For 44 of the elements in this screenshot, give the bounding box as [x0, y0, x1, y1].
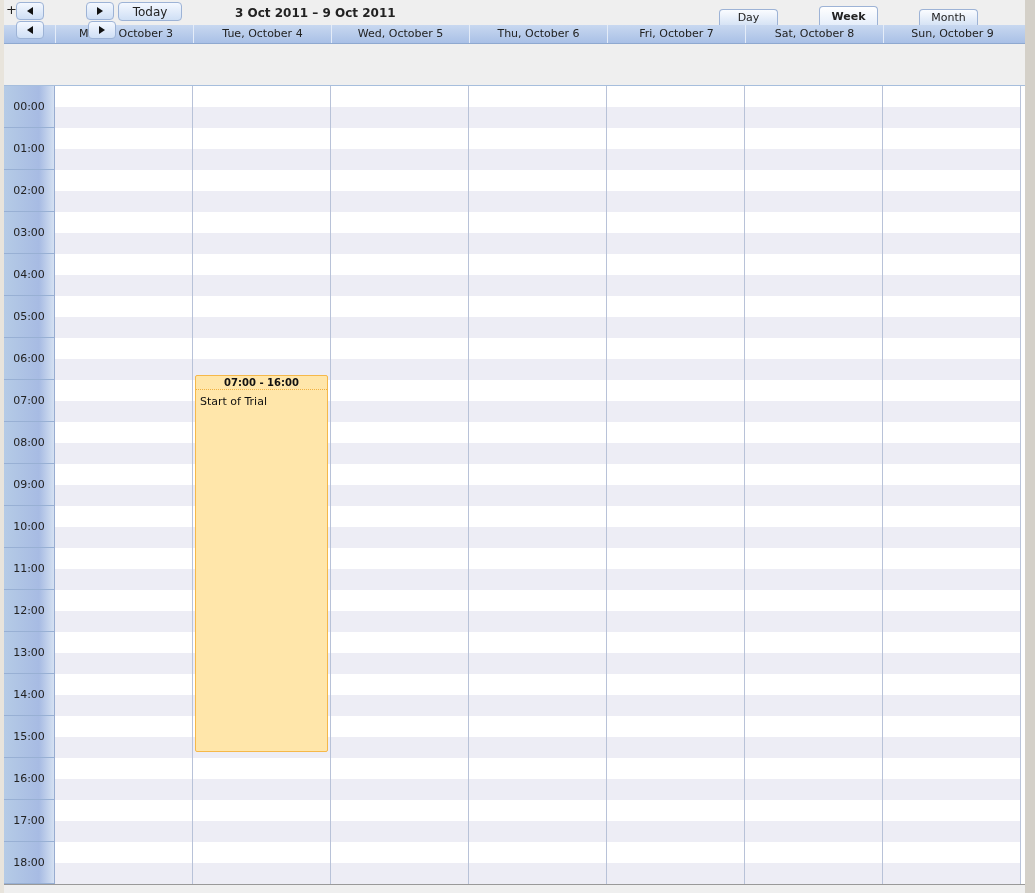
hour-label: 08:00: [4, 422, 54, 464]
view-tab[interactable]: Month: [919, 9, 978, 25]
expand-toggle[interactable]: +: [6, 2, 17, 17]
next-button[interactable]: [88, 21, 116, 39]
view-tab[interactable]: Day: [719, 9, 778, 25]
hour-label: 18:00: [4, 842, 54, 884]
day-header-text: October 3: [118, 26, 174, 42]
next-button[interactable]: [86, 2, 114, 20]
date-range: 3 Oct 2011 – 9 Oct 2011: [235, 6, 396, 20]
hour-label: 16:00: [4, 758, 54, 800]
hour-label: 05:00: [4, 296, 54, 338]
day-header: Sun, October 9: [883, 25, 1021, 43]
hour-label: 10:00: [4, 506, 54, 548]
left-triangle-icon: [27, 7, 33, 15]
right-triangle-icon: [99, 26, 105, 34]
hour-label: 17:00: [4, 800, 54, 842]
day-header-text: M: [79, 26, 89, 42]
hour-label: 01:00: [4, 128, 54, 170]
previous-button[interactable]: [16, 2, 44, 20]
right-triangle-icon: [97, 7, 103, 15]
event-title: Start of Trial: [199, 394, 268, 410]
day-header: Sat, October 8: [745, 25, 883, 43]
hour-label: 00:00: [4, 86, 54, 128]
day-header: Tue, October 4: [193, 25, 331, 43]
hour-label: 12:00: [4, 590, 54, 632]
hour-label: 13:00: [4, 632, 54, 674]
hour-label: 07:00: [4, 380, 54, 422]
day-header: Fri, October 7: [607, 25, 745, 43]
hour-label: 02:00: [4, 170, 54, 212]
event-card[interactable]: 07:00 - 16:00 Start of Trial: [195, 375, 328, 752]
hour-label: 11:00: [4, 548, 54, 590]
day-header: Thu, October 6: [469, 25, 607, 43]
hour-label: 04:00: [4, 254, 54, 296]
today-button[interactable]: Today: [118, 2, 182, 21]
hour-label: 09:00: [4, 464, 54, 506]
hour-label: 14:00: [4, 674, 54, 716]
left-triangle-icon: [27, 26, 33, 34]
hour-label: 06:00: [4, 338, 54, 380]
view-tab[interactable]: Week: [819, 6, 878, 25]
event-time: 07:00 - 16:00: [196, 376, 327, 390]
hour-label: 15:00: [4, 716, 54, 758]
previous-button[interactable]: [16, 21, 44, 39]
day-header: Wed, October 5: [331, 25, 469, 43]
hour-label: 03:00: [4, 212, 54, 254]
